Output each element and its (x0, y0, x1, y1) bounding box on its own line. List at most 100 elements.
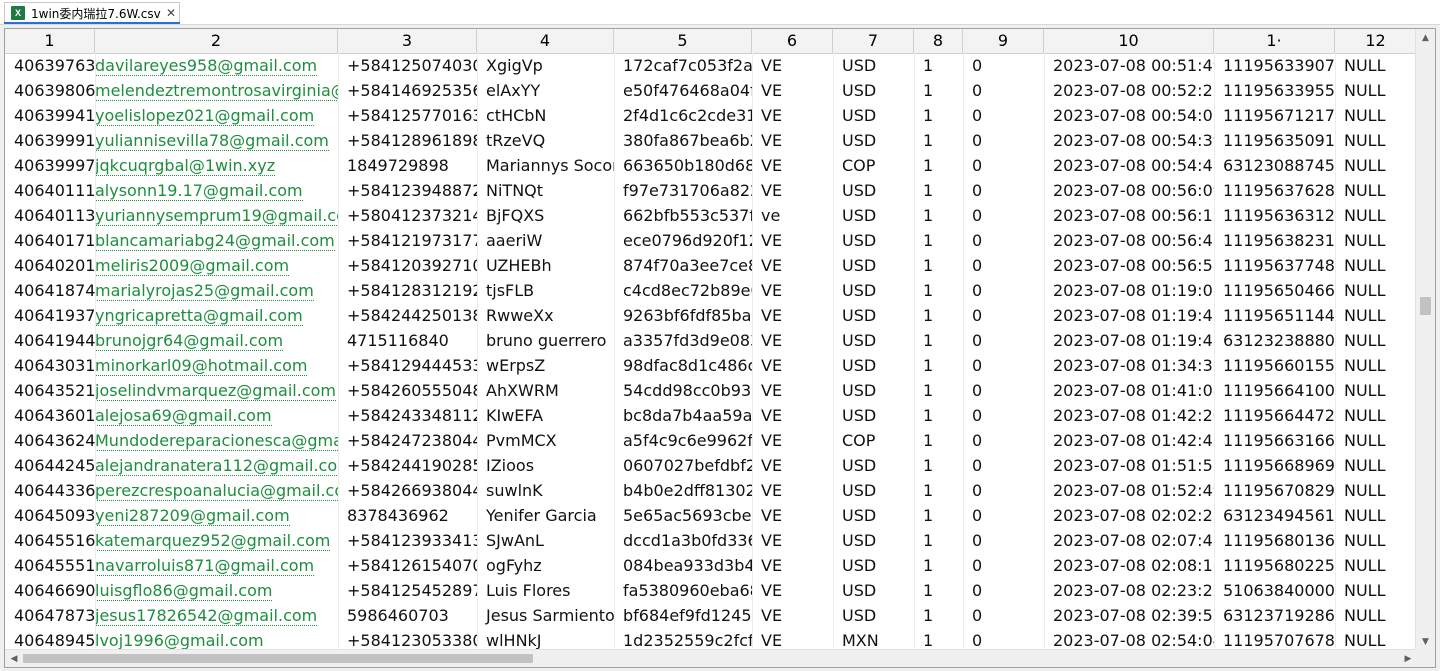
table-cell[interactable]: 663650b180d6869 (614, 153, 752, 178)
table-cell[interactable]: 1119567121715 (1214, 103, 1335, 128)
table-cell[interactable]: 1119566015541 (1214, 353, 1335, 378)
table-cell[interactable]: +584266938044 (338, 478, 477, 503)
table-row[interactable]: 40644336 perezcrespoanalucia@gmail.com +58… (5, 478, 1417, 503)
table-cell[interactable]: USD (833, 353, 914, 378)
table-cell[interactable]: IZioos (477, 453, 614, 478)
table-cell[interactable]: suwlnK (477, 478, 614, 503)
table-row[interactable]: 40640171 blancamariabg24@gmail.com +584121… (5, 228, 1417, 253)
table-cell[interactable]: 2023-07-08 01:19:07 (1044, 278, 1214, 303)
table-cell[interactable]: c4cd8ec72b89e05 (614, 278, 752, 303)
table-cell[interactable]: 1119566896956 (1214, 453, 1335, 478)
horizontal-scrollbar[interactable]: ◀ ▶ (5, 649, 1417, 667)
email-link[interactable]: jqkcuqrgbal@1win.xyz (95, 156, 276, 176)
table-row[interactable]: 40643031 minorkarl09@hotmail.com +58412944… (5, 353, 1417, 378)
table-cell[interactable]: 0 (963, 178, 1044, 203)
table-cell[interactable]: 9263bf6fdf85ba01 (614, 303, 752, 328)
table-cell[interactable]: 1 (914, 278, 963, 303)
table-cell[interactable]: 1119563762890 (1214, 178, 1335, 203)
table-cell[interactable]: NULL (1335, 278, 1417, 303)
table-cell[interactable]: 40643624 (5, 428, 95, 453)
table-cell[interactable]: VE (752, 528, 833, 553)
email-link[interactable]: yeni287209@gmail.com (95, 506, 290, 526)
table-cell[interactable]: RwweXx (477, 303, 614, 328)
table-cell[interactable]: 1 (914, 428, 963, 453)
table-row[interactable]: 40640111 alysonn19.17@gmail.com +584123948… (5, 178, 1417, 203)
table-cell[interactable]: 1119568013657 (1214, 528, 1335, 553)
table-cell[interactable]: 8378436962 (338, 503, 477, 528)
table-cell[interactable]: VE (752, 428, 833, 453)
table-cell[interactable]: 40641944 (5, 328, 95, 353)
table-cell[interactable]: NULL (1335, 428, 1417, 453)
scroll-up-icon[interactable]: ▲ (1416, 29, 1435, 47)
table-row[interactable]: 40646690 luisgflo86@gmail.com +58412545289… (5, 578, 1417, 603)
table-cell[interactable]: +584146925356 (338, 78, 477, 103)
email-link[interactable]: marialyrojas25@gmail.com (95, 281, 314, 301)
table-cell[interactable]: VE (752, 303, 833, 328)
table-cell[interactable]: +584128961898 (338, 128, 477, 153)
table-cell[interactable]: VE (752, 478, 833, 503)
table-cell[interactable]: +584129444533 (338, 353, 477, 378)
table-cell[interactable]: 0 (963, 78, 1044, 103)
column-header-2[interactable]: 2 (95, 29, 338, 53)
table-cell[interactable]: PvmMCX (477, 428, 614, 453)
table-cell[interactable]: NULL (1335, 78, 1417, 103)
column-header-5[interactable]: 5 (614, 29, 752, 53)
email-link[interactable]: yoelislopez021@gmail.com (95, 106, 315, 126)
email-link[interactable]: perezcrespoanalucia@gmail.com (95, 481, 338, 501)
table-cell[interactable]: 2023-07-08 00:52:25 (1044, 78, 1214, 103)
table-cell[interactable]: 0 (963, 153, 1044, 178)
table-cell[interactable]: VE (752, 403, 833, 428)
table-cell[interactable]: 1119566316651 (1214, 428, 1335, 453)
email-link-cell[interactable]: yuliannisevilla78@gmail.com (95, 128, 338, 153)
table-cell[interactable]: USD (833, 328, 914, 353)
table-cell[interactable]: 40640113 (5, 203, 95, 228)
table-cell[interactable]: 1119563774811 (1214, 253, 1335, 278)
table-cell[interactable]: 0 (963, 578, 1044, 603)
table-row[interactable]: 40640113 yuriannysemprum19@gmail.com +5804… (5, 203, 1417, 228)
email-link[interactable]: melendeztremontrosavirginia@ (95, 81, 338, 101)
email-link[interactable]: navarroluis871@gmail.com (95, 556, 315, 576)
table-cell[interactable]: USD (833, 403, 914, 428)
table-cell[interactable]: NULL (1335, 203, 1417, 228)
table-cell[interactable]: NULL (1335, 128, 1417, 153)
email-link-cell[interactable]: alejosa69@gmail.com (95, 403, 338, 428)
table-cell[interactable]: MXN (833, 628, 914, 651)
table-cell[interactable]: ctHCbN (477, 103, 614, 128)
table-cell[interactable]: 510638400000 (1214, 578, 1335, 603)
email-link-cell[interactable]: blancamariabg24@gmail.com (95, 228, 338, 253)
table-cell[interactable]: +584247238044 (338, 428, 477, 453)
table-row[interactable]: 40648945 lvoj1996@gmail.com +584123053380 w… (5, 628, 1417, 651)
table-cell[interactable]: NULL (1335, 628, 1417, 651)
table-cell[interactable]: USD (833, 253, 914, 278)
email-link[interactable]: blancamariabg24@gmail.com (95, 231, 335, 251)
table-cell[interactable]: USD (833, 378, 914, 403)
table-cell[interactable]: VE (752, 353, 833, 378)
table-cell[interactable]: VE (752, 553, 833, 578)
table-cell[interactable]: 2023-07-08 01:42:20 (1044, 403, 1214, 428)
table-cell[interactable]: bruno guerrero (477, 328, 614, 353)
table-cell[interactable]: VE (752, 78, 833, 103)
table-cell[interactable]: tRzeVQ (477, 128, 614, 153)
horizontal-scroll-thumb[interactable] (23, 654, 533, 663)
table-cell[interactable]: VE (752, 103, 833, 128)
table-row[interactable]: 40639997 jqkcuqrgbal@1win.xyz 1849729898 Ma… (5, 153, 1417, 178)
email-link[interactable]: brunojgr64@gmail.com (95, 331, 284, 351)
table-cell[interactable]: 1 (914, 578, 963, 603)
email-link[interactable]: alejandranatera112@gmail.com (95, 456, 338, 476)
table-cell[interactable]: VE (752, 453, 833, 478)
table-cell[interactable]: 2023-07-08 01:41:08 (1044, 378, 1214, 403)
table-cell[interactable]: Yenifer Garcia (477, 503, 614, 528)
column-header-4[interactable]: 4 (477, 29, 614, 53)
table-cell[interactable]: NULL (1335, 578, 1417, 603)
table-cell[interactable]: NULL (1335, 328, 1417, 353)
table-cell[interactable]: COP (833, 153, 914, 178)
table-cell[interactable]: 40640201 (5, 253, 95, 278)
table-cell[interactable]: 1119563631252 (1214, 203, 1335, 228)
table-cell[interactable]: 40645551 (5, 553, 95, 578)
email-link-cell[interactable]: davilareyes958@gmail.com (95, 53, 338, 78)
table-cell[interactable]: 40645516 (5, 528, 95, 553)
table-row[interactable]: 40644245 alejandranatera112@gmail.com +584… (5, 453, 1417, 478)
table-cell[interactable]: 40641937 (5, 303, 95, 328)
email-link-cell[interactable]: jesus17826542@gmail.com (95, 603, 338, 628)
table-cell[interactable]: 40644245 (5, 453, 95, 478)
